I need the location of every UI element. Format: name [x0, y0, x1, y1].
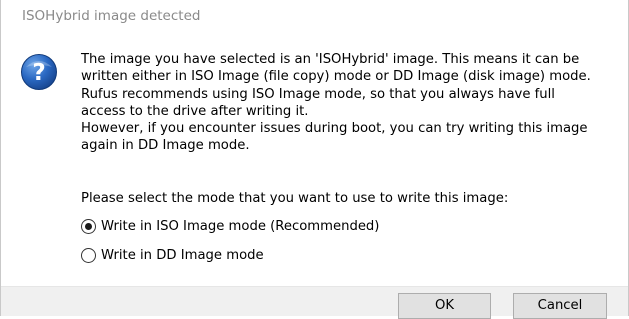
ok-button[interactable]: OK: [398, 293, 491, 319]
title-bar[interactable]: ISOHybrid image detected: [1, 0, 628, 38]
radio-circle-unselected[interactable]: [81, 247, 96, 263]
dialog-window: ISOHybrid image detected ? The image you…: [0, 0, 629, 319]
svg-text:?: ?: [32, 60, 45, 86]
message-line: However, if you encounter issues during …: [81, 121, 588, 137]
message-line: written either in ISO Image (file copy) …: [81, 69, 591, 85]
message-line: Rufus recommends using ISO Image mode, s…: [81, 86, 555, 102]
radio-circle-selected[interactable]: [81, 218, 96, 234]
message-text: The image you have selected is an 'ISOHy…: [81, 51, 621, 155]
dd-mode-label[interactable]: Write in DD Image mode: [101, 248, 264, 263]
mode-prompt: Please select the mode that you want to …: [81, 191, 509, 206]
window-title: ISOHybrid image detected: [22, 8, 201, 24]
message-line: again in DD Image mode.: [81, 138, 250, 154]
radio-selected-dot: [85, 222, 92, 230]
iso-mode-label[interactable]: Write in ISO Image mode (Recommended): [101, 219, 379, 234]
iso-mode-radio[interactable]: Write in ISO Image mode (Recommended): [81, 216, 379, 236]
message-line: The image you have selected is an 'ISOHy…: [81, 52, 580, 67]
dd-mode-radio[interactable]: Write in DD Image mode: [81, 245, 264, 265]
message-line: access to the drive after writing it.: [81, 103, 309, 119]
question-icon: ?: [21, 54, 57, 90]
cancel-button[interactable]: Cancel: [513, 293, 607, 319]
